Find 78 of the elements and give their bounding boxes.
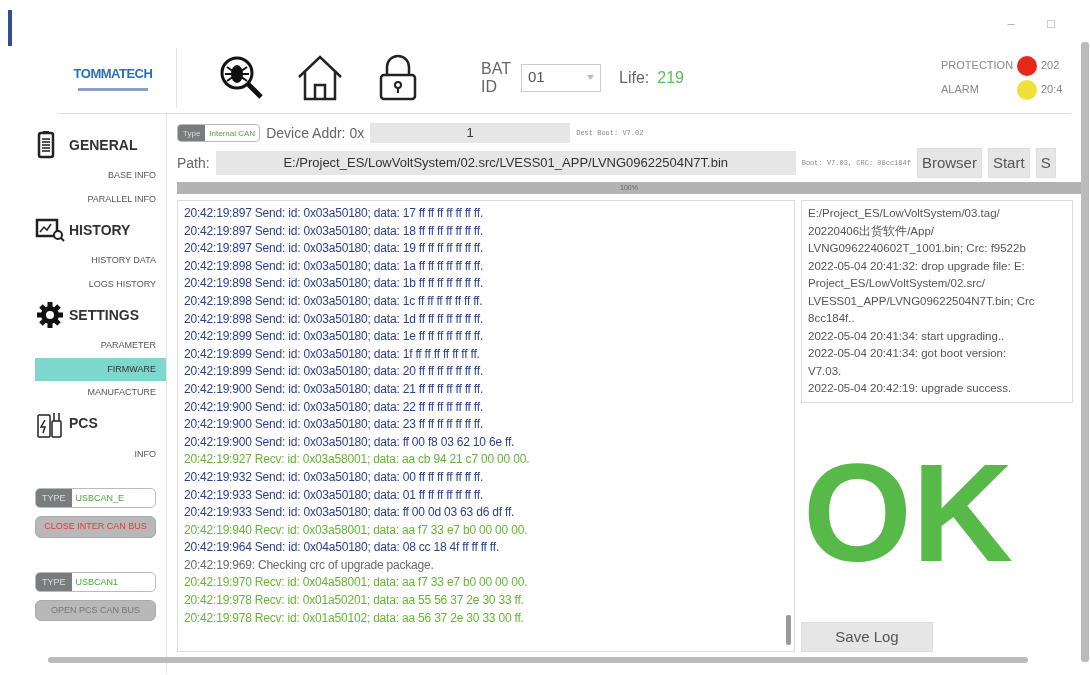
- log-line: 20:42:19:964 Send: id: 0x04a50180; data: 08 cc 18 4f ff ff ff ff.: [184, 539, 501, 557]
- sidebar-item[interactable]: PARAMETER: [35, 334, 166, 358]
- log-line: 20:42:19:898 Send: id: 0x03a50180; data: 1c ff ff ff ff ff ff ff.: [184, 292, 484, 310]
- log-line: 20:42:19:899 Send: id: 0x03a50180; data: 1e ff ff ff ff ff ff ff.: [184, 328, 485, 346]
- status-log-line: LVESS01_APP/LVNG09622504N7T.bin; Crc: [808, 293, 1036, 309]
- action-button[interactable]: Start: [987, 148, 1030, 178]
- sidebar-section-title: HISTORY: [69, 220, 131, 240]
- sidebar-item[interactable]: LOGS HISTORY: [35, 272, 166, 296]
- select-value: Internal CAN: [208, 128, 257, 140]
- status-log-line: V7.03.: [808, 363, 843, 379]
- type-label: TYPE: [36, 489, 72, 507]
- life-label: Life:: [619, 68, 650, 87]
- log-line: 20:42:19:900 Send: id: 0x03a50180; data: ff 00 f8 03 62 10 6e ff.: [184, 433, 516, 451]
- scrollbar[interactable]: [1081, 42, 1089, 662]
- log-line: 20:42:19:899 Send: id: 0x03a50180; data: 20 ff ff ff ff ff ff ff.: [184, 363, 485, 381]
- select-value: USBCAN_E: [74, 492, 126, 505]
- save-log-button[interactable]: Save Log: [801, 622, 933, 652]
- scrollbar-thumb[interactable]: [786, 615, 791, 645]
- path-label: Path:: [177, 153, 210, 173]
- timestamp: 202: [1041, 58, 1061, 74]
- sidebar-item[interactable]: BASE INFO: [35, 164, 166, 188]
- log-line: 20:42:19:898 Send: id: 0x03a50180; data: 1b ff ff ff ff ff ff ff.: [184, 275, 485, 293]
- log-line: 20:42:19:898 Send: id: 0x03a50180; data: 1d ff ff ff ff ff ff ff.: [184, 310, 485, 328]
- log-line: 20:42:19:940 Recv: id: 0x03a58001; data: aa f7 33 e7 b0 00 00 00.: [184, 521, 529, 539]
- status-log-line: 2022-05-04 20:41:32: drop upgrade file: E:: [808, 258, 1026, 274]
- log-line: 20:42:19:933 Send: id: 0x03a50180; data: 01 ff ff ff ff ff ff ff.: [184, 486, 485, 504]
- status-log-line: 20220406出货软件/App/: [808, 223, 936, 239]
- status-log-line: 8cc184f..: [808, 311, 856, 326]
- log-line: 20:42:19:978 Recv: id: 0x01a50102; data: aa 56 37 2e 30 33 00 ff.: [184, 609, 525, 627]
- bat-id-label: BAT ID: [481, 59, 512, 96]
- scrollbar[interactable]: [48, 657, 1028, 663]
- protection-label: PROTECTION: [941, 58, 1015, 74]
- log-line: 20:42:19:900 Send: id: 0x03a50180; data: 21 ff ff ff ff ff ff ff.: [184, 380, 485, 398]
- logo-tagline-mark: [78, 87, 148, 91]
- status-log-line: 2022-05-04 20:42:19: upgrade success.: [808, 381, 1013, 396]
- log-line: 20:42:19:900 Send: id: 0x03a50180; data: 22 ff ff ff ff ff ff ff.: [184, 398, 485, 416]
- caret-icon: [587, 75, 594, 80]
- device-addr-label: Device Addr: 0x: [266, 123, 365, 143]
- sidebar-section-title: PCS: [69, 414, 98, 433]
- bat-id-select[interactable]: 01: [521, 63, 601, 92]
- timestamp: 20:4: [1041, 82, 1064, 98]
- alarm-label: ALARM: [941, 82, 980, 98]
- life-value: 219: [657, 68, 684, 87]
- sidebar-section-title: GENERAL: [69, 135, 138, 155]
- sidebar-item[interactable]: INFO: [35, 442, 166, 466]
- sidebar-section-title: SETTINGS: [69, 305, 139, 325]
- sidebar-item[interactable]: MANUFACTURE: [35, 381, 166, 405]
- log-line: 20:42:19:969: Checking crc of upgrade package.: [184, 556, 435, 574]
- status-log-line: 2022-05-04 20:41:34: got boot version:: [808, 346, 1008, 361]
- status-log-line: LVNG0962240602T_1001.bin; Crc: f9522b: [808, 241, 1027, 256]
- gear-icon: [35, 300, 65, 330]
- status-log-line: 2022-05-04 20:41:34: start upgrading..: [808, 328, 1006, 344]
- log-line: 20:42:19:933 Send: id: 0x03a50180; data: ff 00 0d 03 63 d6 df ff.: [184, 504, 516, 522]
- sidebar-item[interactable]: PARALLEL INFO: [35, 187, 166, 211]
- log-line: 20:42:19:970 Recv: id: 0x04a58001; data: aa f7 33 e7 b0 00 00 00.: [184, 574, 529, 592]
- path-field[interactable]: E:/Project_ES/LowVoltSystem/02.src/LVESS01_APP/LVNG09622504N7T.bin: [215, 151, 796, 175]
- logo: TOMMATECH: [73, 65, 153, 84]
- type-label: TYPE: [36, 572, 72, 591]
- log-line: 20:42:19:898 Send: id: 0x03a50180; data: 1a ff ff ff ff ff ff ff.: [184, 257, 485, 275]
- type-label: Type: [178, 125, 206, 141]
- status-log-line: E:/Project_ES/LowVoltSystem/03.tag/: [808, 206, 1001, 221]
- select-value: USBCAN1: [74, 575, 120, 589]
- device-addr-field[interactable]: 1: [370, 123, 571, 143]
- result-text: OK: [803, 442, 1014, 583]
- log-line: 20:42:19:900 Send: id: 0x03a50180; data: 23 ff ff ff ff ff ff ff.: [184, 416, 485, 434]
- log-line: 20:42:19:897 Send: id: 0x03a50180; data: 17 ff ff ff ff ff ff ff.: [184, 205, 485, 222]
- log-line: 20:42:19:927 Recv: id: 0x03a58001; data: aa cb 94 21 c7 00 00 00.: [184, 451, 531, 469]
- log-line: 20:42:19:899 Send: id: 0x03a50180; data: 1f ff ff ff ff ff ff ff.: [184, 345, 481, 363]
- status-log-line: Project_ES/LowVoltSystem/02.src/: [808, 276, 987, 291]
- sidebar-item[interactable]: FIRMWARE: [35, 357, 166, 381]
- action-button[interactable]: S: [1035, 148, 1056, 178]
- log-line: 20:42:19:897 Send: id: 0x03a50180; data: 18 ff ff ff ff ff ff ff.: [184, 222, 485, 240]
- action-button[interactable]: Browser: [916, 148, 982, 178]
- log-line: 20:42:19:932 Send: id: 0x03a50180; data: 00 ff ff ff ff ff ff ff.: [184, 468, 485, 486]
- log-line: 20:42:19:897 Send: id: 0x03a50180; data: 19 ff ff ff ff ff ff ff.: [184, 240, 485, 258]
- window-edge-bar: [8, 10, 12, 46]
- log-line: 20:42:19:978 Recv: id: 0x01a50201; data: aa 55 56 37 2e 30 33 ff.: [184, 592, 525, 610]
- sidebar-item[interactable]: HISTORY DATA: [35, 249, 166, 273]
